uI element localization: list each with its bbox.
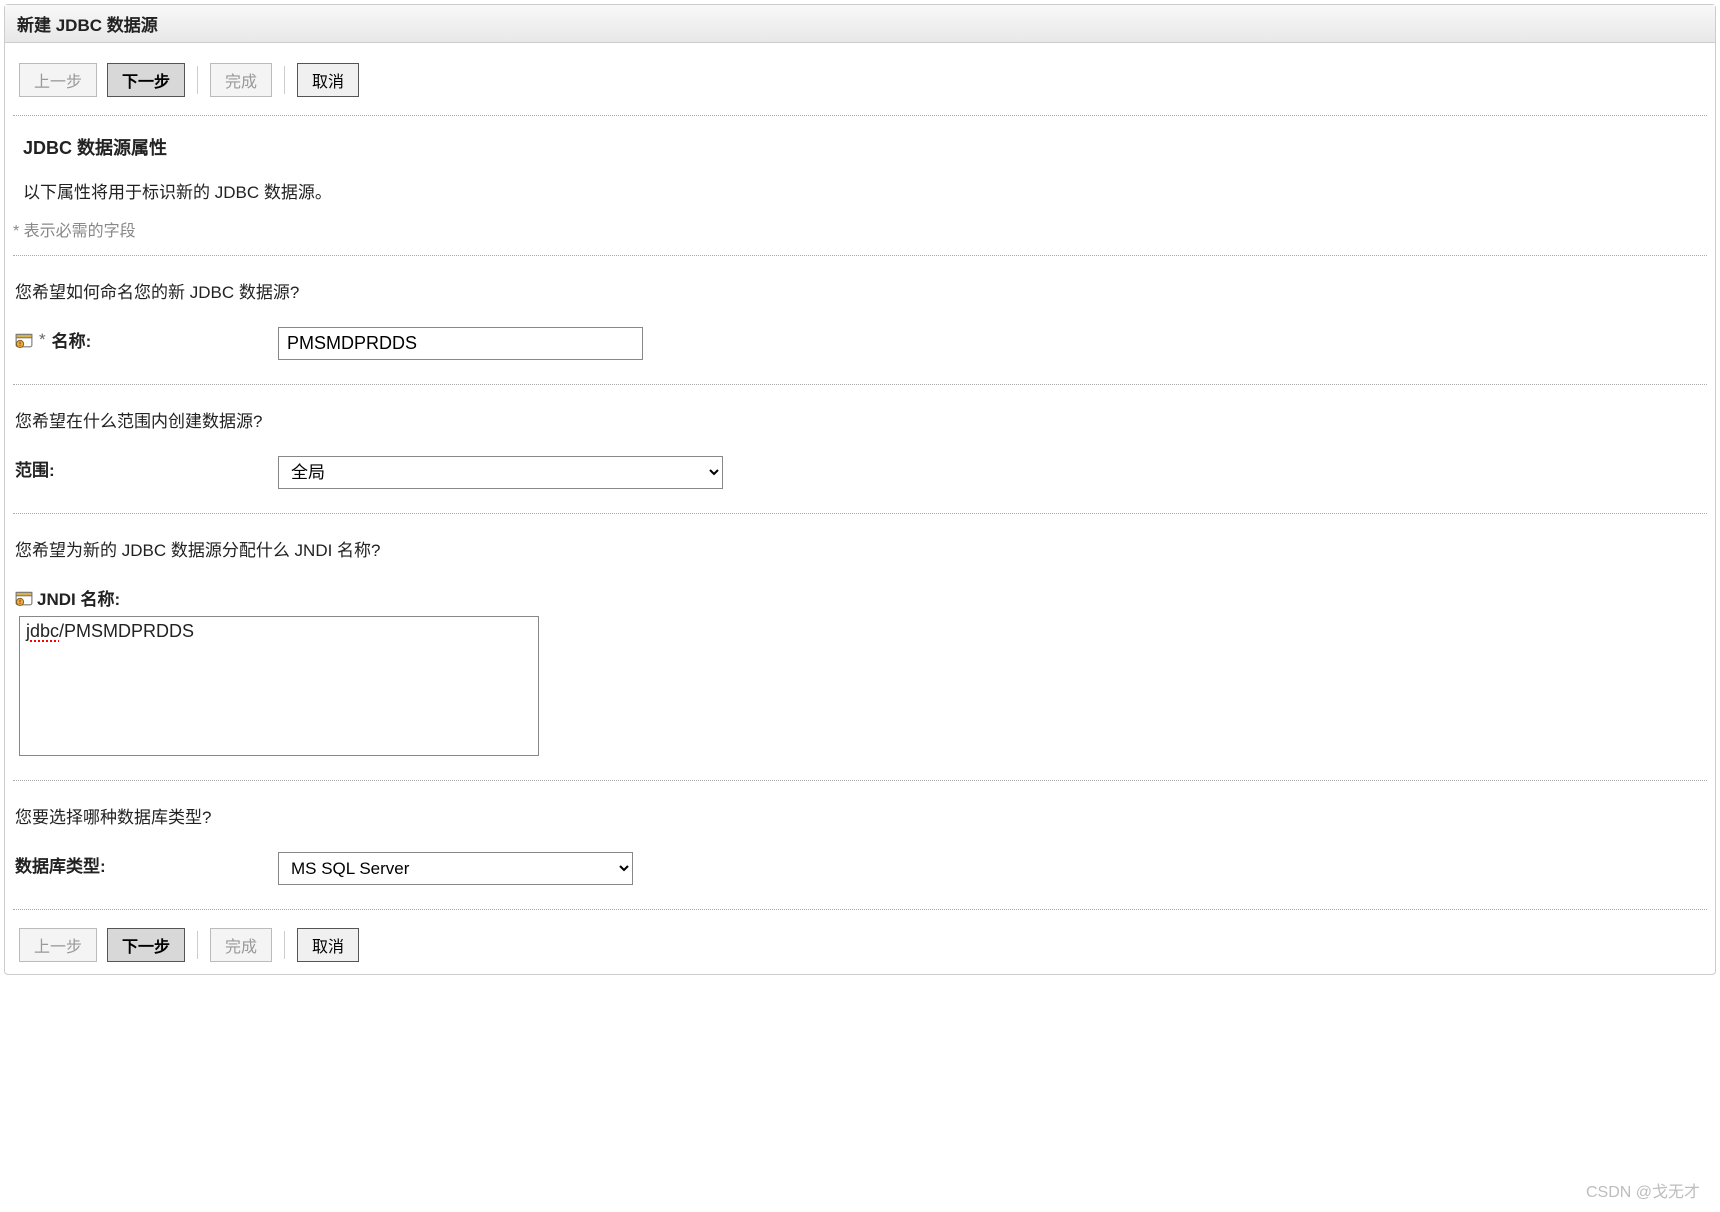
- next-button[interactable]: 下一步: [107, 63, 185, 97]
- name-row: * 名称:: [13, 327, 1707, 360]
- cancel-button[interactable]: 取消: [297, 928, 359, 962]
- scope-question: 您希望在什么范围内创建数据源?: [13, 407, 1707, 432]
- scope-row: 范围: 全局: [13, 456, 1707, 489]
- nav-button-group: 上一步 下一步 完成 取消: [19, 63, 359, 97]
- dbtype-block: 您要选择哪种数据库类型? 数据库类型: MS SQL Server: [13, 781, 1707, 910]
- jndi-rest: /PMSMDPRDDS: [59, 621, 194, 641]
- name-label-cell: * 名称:: [13, 327, 278, 352]
- scope-block: 您希望在什么范围内创建数据源? 范围: 全局: [13, 385, 1707, 514]
- back-button: 上一步: [19, 928, 97, 962]
- button-row-bottom: 上一步 下一步 完成 取消: [13, 910, 1707, 970]
- button-divider: [284, 66, 285, 94]
- scope-label-cell: 范围:: [13, 456, 278, 481]
- back-button: 上一步: [19, 63, 97, 97]
- name-question: 您希望如何命名您的新 JDBC 数据源?: [13, 278, 1707, 303]
- help-icon[interactable]: [15, 589, 33, 607]
- finish-button: 完成: [210, 63, 272, 97]
- scope-label: 范围:: [15, 456, 55, 481]
- button-divider: [197, 931, 198, 959]
- finish-button: 完成: [210, 928, 272, 962]
- watermark: CSDN @戈无才: [1586, 1178, 1700, 1202]
- jndi-label-row: JNDI 名称:: [13, 585, 1707, 610]
- name-block: 您希望如何命名您的新 JDBC 数据源? * 名称:: [13, 256, 1707, 385]
- name-input[interactable]: [278, 327, 643, 360]
- jndi-spellbad: jdbc: [26, 621, 59, 641]
- nav-button-group-bottom: 上一步 下一步 完成 取消: [19, 928, 359, 962]
- name-label: 名称:: [52, 327, 92, 352]
- wizard-panel: 新建 JDBC 数据源 上一步 下一步 完成 取消 JDBC 数据源属性 以下属…: [4, 4, 1716, 975]
- jndi-textarea[interactable]: jdbc/PMSMDPRDDS: [19, 616, 539, 756]
- help-icon[interactable]: [15, 331, 33, 349]
- dbtype-select[interactable]: MS SQL Server: [278, 852, 633, 885]
- jndi-block: 您希望为新的 JDBC 数据源分配什么 JNDI 名称? JNDI 名称: jd…: [13, 514, 1707, 781]
- jndi-question: 您希望为新的 JDBC 数据源分配什么 JNDI 名称?: [13, 536, 1707, 561]
- dbtype-question: 您要选择哪种数据库类型?: [13, 803, 1707, 828]
- button-divider: [284, 931, 285, 959]
- panel-title: 新建 JDBC 数据源: [5, 5, 1715, 43]
- panel-body: 上一步 下一步 完成 取消 JDBC 数据源属性 以下属性将用于标识新的 JDB…: [5, 43, 1715, 974]
- required-star: *: [39, 330, 46, 350]
- required-fields-note: * 表示必需的字段: [13, 203, 1707, 256]
- dbtype-row: 数据库类型: MS SQL Server: [13, 852, 1707, 885]
- button-divider: [197, 66, 198, 94]
- jndi-label: JNDI 名称:: [37, 585, 120, 610]
- dbtype-label-cell: 数据库类型:: [13, 852, 278, 877]
- scope-select[interactable]: 全局: [278, 456, 723, 489]
- button-row-top: 上一步 下一步 完成 取消: [13, 43, 1707, 116]
- section-heading: JDBC 数据源属性: [13, 116, 1707, 164]
- dbtype-label: 数据库类型:: [15, 852, 106, 877]
- section-description: 以下属性将用于标识新的 JDBC 数据源。: [13, 164, 1707, 203]
- cancel-button[interactable]: 取消: [297, 63, 359, 97]
- next-button[interactable]: 下一步: [107, 928, 185, 962]
